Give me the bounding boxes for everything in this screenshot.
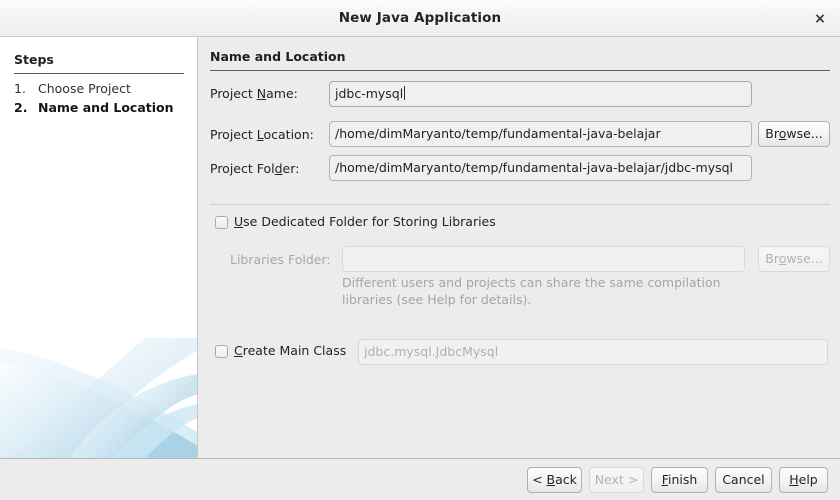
close-icon[interactable]: × (811, 10, 829, 28)
use-dedicated-folder-checkbox[interactable] (215, 216, 228, 229)
title-bar: New Java Application × (0, 0, 840, 37)
swoosh-graphic (0, 338, 197, 458)
step-item-1: 1. Choose Project (14, 81, 194, 100)
project-folder-label: Project Folder: (210, 161, 300, 176)
step-item-2: 2. Name and Location (14, 100, 194, 119)
create-main-class-checkbox[interactable] (215, 345, 228, 358)
step-label: Name and Location (38, 100, 174, 115)
cancel-button[interactable]: Cancel (715, 467, 772, 493)
project-location-input[interactable]: /home/dimMaryanto/temp/fundamental-java-… (329, 121, 752, 147)
finish-button[interactable]: Finish (651, 467, 708, 493)
section-divider (210, 204, 830, 205)
libraries-hint-line-1: Different users and projects can share t… (342, 275, 721, 290)
dialog-footer: < Back Next > Finish Cancel Help (0, 458, 840, 500)
help-button[interactable]: Help (779, 467, 828, 493)
browse-location-button[interactable]: Browse... (758, 121, 830, 147)
main-class-input: jdbc.mysql.JdbcMysql (358, 339, 828, 365)
project-name-input[interactable]: jdbc-mysql (329, 81, 752, 107)
browse-libraries-button: Browse... (758, 246, 830, 272)
steps-heading: Steps (14, 52, 54, 67)
steps-heading-divider (14, 73, 184, 74)
libraries-folder-input (342, 246, 745, 272)
step-number: 2. (14, 100, 28, 115)
project-folder-input[interactable]: /home/dimMaryanto/temp/fundamental-java-… (329, 155, 752, 181)
project-location-label: Project Location: (210, 127, 314, 142)
project-name-value: jdbc-mysql (335, 86, 404, 101)
step-number: 1. (14, 81, 26, 96)
page-title: Name and Location (210, 49, 346, 64)
use-dedicated-folder-label[interactable]: Use Dedicated Folder for Storing Librari… (234, 214, 496, 229)
page-title-divider (210, 70, 830, 71)
project-name-label: Project Name: (210, 86, 298, 101)
next-button: Next > (589, 467, 644, 493)
create-main-class-label[interactable]: Create Main Class (234, 343, 346, 358)
libraries-folder-label: Libraries Folder: (230, 252, 331, 267)
text-caret (404, 86, 406, 100)
steps-list: 1. Choose Project 2. Name and Location (14, 81, 194, 119)
back-button[interactable]: < Back (527, 467, 582, 493)
content-panel: Name and Location Project Name: jdbc-mys… (199, 37, 840, 458)
steps-sidebar: Steps 1. Choose Project 2. Name and Locati… (0, 37, 198, 458)
step-label: Choose Project (38, 81, 131, 96)
new-java-application-dialog: New Java Application × Steps 1. Choose Pr… (0, 0, 840, 500)
libraries-hint-line-2: libraries (see Help for details). (342, 292, 532, 307)
window-title: New Java Application (338, 10, 502, 26)
